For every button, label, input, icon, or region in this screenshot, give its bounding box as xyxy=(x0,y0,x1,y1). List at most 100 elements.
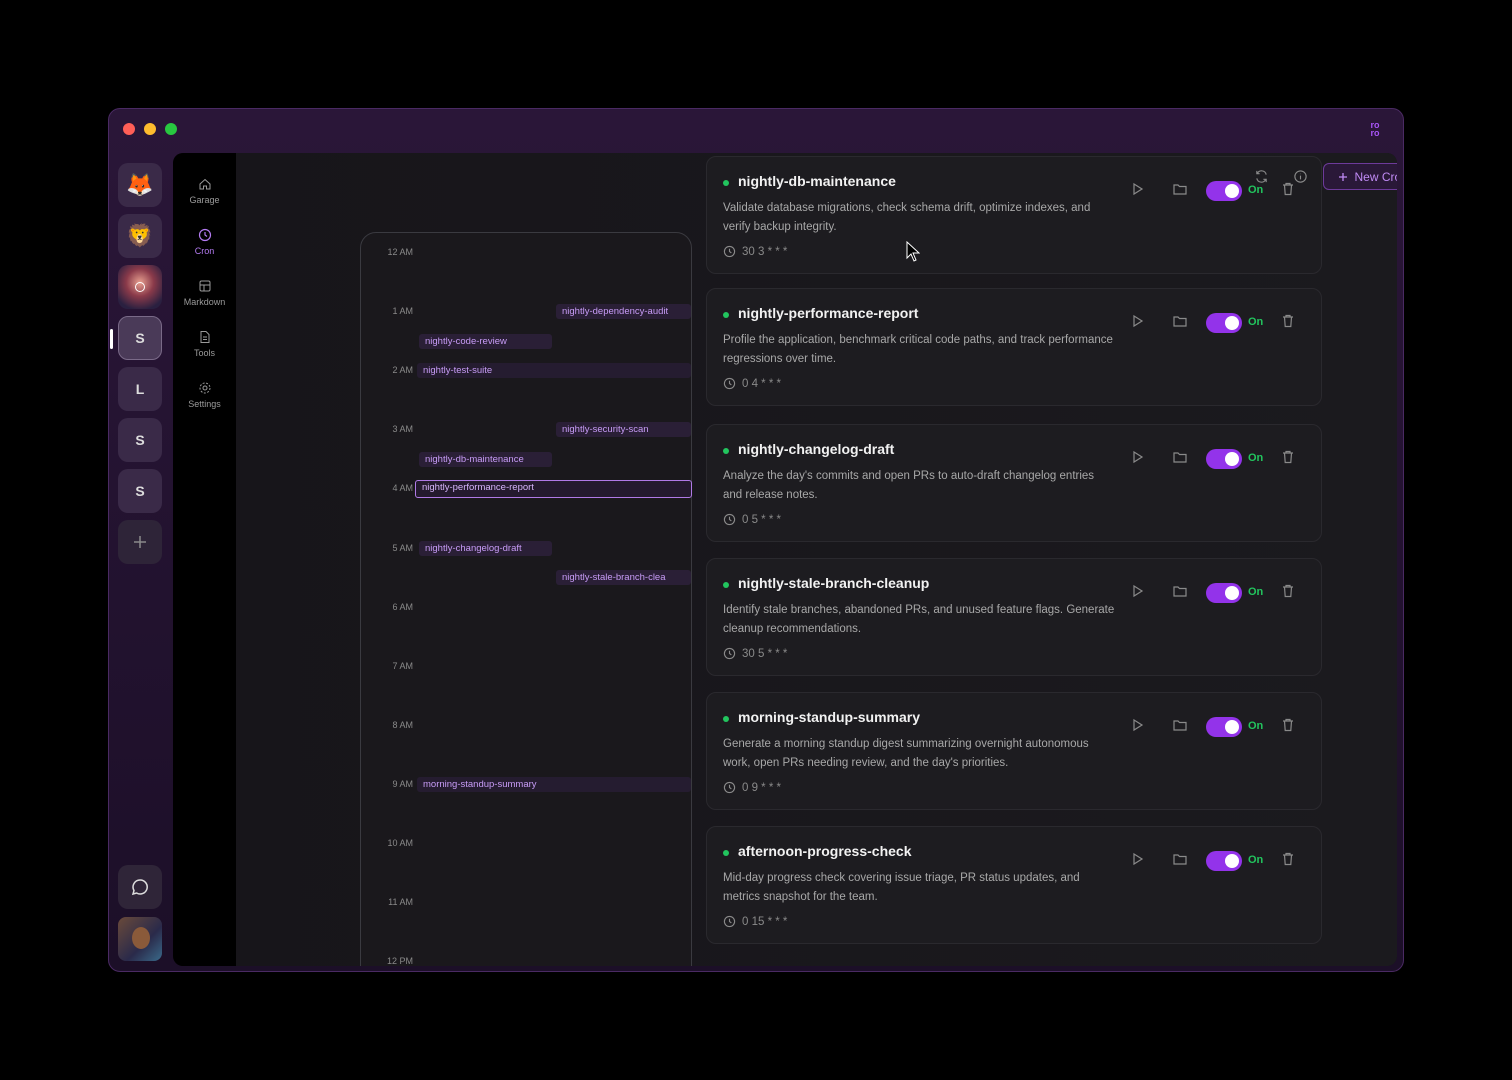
run-now-button[interactable] xyxy=(1129,717,1145,733)
hour-label: 10 AM xyxy=(387,838,413,848)
delete-job-button[interactable] xyxy=(1280,717,1296,733)
open-folder-button[interactable] xyxy=(1172,181,1188,197)
run-now-button[interactable] xyxy=(1129,583,1145,599)
hour-label: 3 AM xyxy=(392,424,413,434)
job-description: Identify stale branches, abandoned PRs, … xyxy=(723,604,1115,635)
workspace-landscape[interactable] xyxy=(118,265,162,309)
cron-job-card[interactable]: nightly-stale-branch-cleanup Identify st… xyxy=(706,558,1322,676)
timeline-job-chip[interactable]: nightly-changelog-draft xyxy=(419,541,552,556)
landscape-avatar-icon xyxy=(135,282,145,292)
workspace-s-1[interactable]: S xyxy=(118,316,162,360)
job-description: Analyze the day's commits and open PRs t… xyxy=(723,470,1095,501)
job-schedule: 30 5 * * * xyxy=(723,647,787,660)
workspace-fox[interactable]: 🦊 xyxy=(118,163,162,207)
job-enabled-toggle[interactable] xyxy=(1206,583,1242,603)
timeline-job-chip[interactable]: nightly-security-scan xyxy=(556,422,691,437)
hour-label: 1 AM xyxy=(392,306,413,316)
timeline-job-chip[interactable]: nightly-dependency-audit xyxy=(556,304,691,319)
hour-label: 5 AM xyxy=(392,543,413,553)
workspace-lion[interactable]: 🦁 xyxy=(118,214,162,258)
status-dot xyxy=(723,448,729,454)
job-enabled-toggle[interactable] xyxy=(1206,181,1242,201)
status-dot xyxy=(723,582,729,588)
cron-job-card[interactable]: nightly-db-maintenance Validate database… xyxy=(706,156,1322,274)
delete-job-button[interactable] xyxy=(1280,851,1296,867)
toggle-status-label: On xyxy=(1248,184,1264,196)
timeline-job-chip[interactable]: nightly-stale-branch-clea xyxy=(556,570,691,585)
open-folder-button[interactable] xyxy=(1172,583,1188,599)
timeline-job-chip[interactable]: nightly-db-maintenance xyxy=(419,452,552,467)
job-enabled-toggle[interactable] xyxy=(1206,449,1242,469)
timeline-job-chip[interactable]: nightly-code-review xyxy=(419,334,552,349)
status-dot xyxy=(723,180,729,186)
clock-icon xyxy=(723,781,736,794)
job-enabled-toggle[interactable] xyxy=(1206,313,1242,333)
toggle-status-label: On xyxy=(1248,586,1264,598)
job-enabled-toggle[interactable] xyxy=(1206,717,1242,737)
job-name: morning-standup-summary xyxy=(738,709,921,725)
status-dot xyxy=(723,312,729,318)
job-schedule: 0 9 * * * xyxy=(723,781,781,794)
workspace-s-3[interactable]: S xyxy=(118,469,162,513)
job-enabled-toggle[interactable] xyxy=(1206,851,1242,871)
close-window-button[interactable] xyxy=(123,123,135,135)
nav-item-cron[interactable]: Cron xyxy=(173,228,236,256)
toggle-status-label: On xyxy=(1248,452,1264,464)
cron-job-card[interactable]: nightly-performance-report Profile the a… xyxy=(706,288,1322,406)
workspace-l[interactable]: L xyxy=(118,367,162,411)
job-schedule: 30 3 * * * xyxy=(723,245,787,258)
job-schedule: 0 15 * * * xyxy=(723,915,787,928)
cron-job-card[interactable]: nightly-changelog-draft Analyze the day'… xyxy=(706,424,1322,542)
clock-icon xyxy=(723,915,736,928)
timeline-job-chip[interactable]: nightly-test-suite xyxy=(417,363,691,378)
run-now-button[interactable] xyxy=(1129,181,1145,197)
nav-item-tools[interactable]: Tools xyxy=(173,330,236,358)
run-now-button[interactable] xyxy=(1129,851,1145,867)
delete-job-button[interactable] xyxy=(1280,313,1296,329)
document-icon xyxy=(200,331,209,343)
timeline-job-chip[interactable]: morning-standup-summary xyxy=(417,777,691,792)
workspace-rail: 🦊 🦁 S L S S xyxy=(109,151,173,971)
main-panel: Garage Cron Markdown Tools Settings 12 A… xyxy=(173,153,1397,966)
cron-job-card[interactable]: afternoon-progress-check Mid-day progres… xyxy=(706,826,1322,944)
job-name: nightly-stale-branch-cleanup xyxy=(738,575,930,591)
job-name: nightly-performance-report xyxy=(738,305,919,321)
toggle-status-label: On xyxy=(1248,316,1264,328)
hour-label: 4 AM xyxy=(392,483,413,493)
add-workspace-button[interactable] xyxy=(118,520,162,564)
delete-job-button[interactable] xyxy=(1280,583,1296,599)
toggle-status-label: On xyxy=(1248,720,1264,732)
new-cron-job-button[interactable]: New Cron Job xyxy=(1323,163,1397,190)
brand-logo: ro ro xyxy=(1370,120,1380,138)
nav-item-settings[interactable]: Settings xyxy=(173,381,236,409)
open-folder-button[interactable] xyxy=(1172,851,1188,867)
open-folder-button[interactable] xyxy=(1172,313,1188,329)
refresh-icon[interactable] xyxy=(1254,169,1269,184)
workspace-s-2[interactable]: S xyxy=(118,418,162,462)
nav-item-markdown[interactable]: Markdown xyxy=(173,279,236,307)
toggle-status-label: On xyxy=(1248,854,1264,866)
chat-button[interactable] xyxy=(118,865,162,909)
user-avatar[interactable] xyxy=(118,917,162,961)
plus-icon xyxy=(134,536,146,548)
cron-job-card[interactable]: morning-standup-summary Generate a morni… xyxy=(706,692,1322,810)
hour-label: 12 PM xyxy=(386,956,413,966)
run-now-button[interactable] xyxy=(1129,313,1145,329)
status-dot xyxy=(723,850,729,856)
hour-label: 2 AM xyxy=(392,365,413,375)
maximize-window-button[interactable] xyxy=(165,123,177,135)
timeline-job-chip-selected[interactable]: nightly-performance-report xyxy=(415,480,692,498)
run-now-button[interactable] xyxy=(1129,449,1145,465)
open-folder-button[interactable] xyxy=(1172,717,1188,733)
layout-icon xyxy=(199,280,210,292)
job-description: Profile the application, benchmark criti… xyxy=(723,334,1113,365)
cron-content: 12 AM 1 AM 2 AM 3 AM 4 AM 5 AM 6 AM 7 AM… xyxy=(236,153,1397,966)
clock-icon xyxy=(723,245,736,258)
minimize-window-button[interactable] xyxy=(144,123,156,135)
info-icon[interactable] xyxy=(1293,169,1308,184)
hour-label: 7 AM xyxy=(392,661,413,671)
open-folder-button[interactable] xyxy=(1172,449,1188,465)
status-dot xyxy=(723,716,729,722)
nav-item-garage[interactable]: Garage xyxy=(173,177,236,205)
delete-job-button[interactable] xyxy=(1280,449,1296,465)
